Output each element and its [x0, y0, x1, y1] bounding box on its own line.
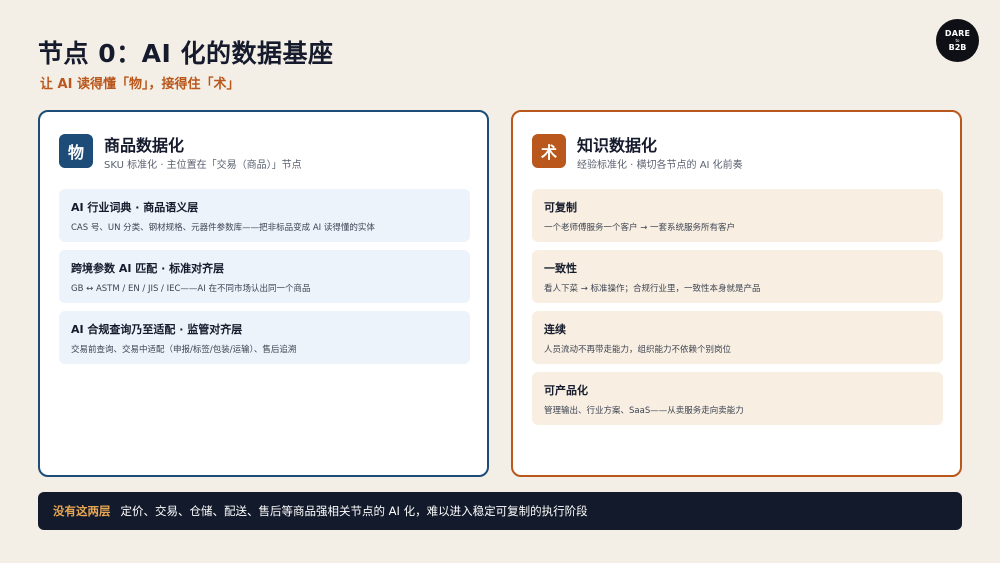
item-title: AI 行业词典 · 商品语义层 [71, 201, 199, 214]
card-subtitle: 经验标准化 · 横切各节点的 AI 化前奏 [577, 160, 743, 171]
product-data-card: 物 商品数据化 SKU 标准化 · 主位置在「交易（商品）」节点 AI 行业词典… [38, 110, 489, 477]
list-item: AI 合规查询乃至适配 · 监管对齐层 交易前查询、交易中适配（申报/标签/包装… [59, 311, 470, 364]
knowledge-data-card: 术 知识数据化 经验标准化 · 横切各节点的 AI 化前奏 可复制 一个老师傅服… [511, 110, 962, 477]
item-title: 跨境参数 AI 匹配 · 标准对齐层 [71, 262, 225, 275]
item-title: 一致性 [544, 262, 577, 275]
page-subtitle: 让 AI 读得懂「物」，接得住「术」 [40, 77, 240, 92]
item-desc: 一个老师傅服务一个客户 → 一套系统服务所有客户 [544, 223, 736, 233]
logo-line-3: B2B [948, 42, 967, 52]
list-item: AI 行业词典 · 商品语义层 CAS 号、UN 分类、钢材规格、元器件参数库—… [59, 189, 470, 242]
card-subtitle: SKU 标准化 · 主位置在「交易（商品）」节点 [104, 160, 302, 171]
wu-badge-icon: 物 [59, 134, 93, 168]
item-desc: 交易前查询、交易中适配（申报/标签/包装/运输）、售后追溯 [71, 345, 297, 355]
list-item: 一致性 看人下菜 → 标准操作；合规行业里，一致性本身就是产品 [532, 250, 943, 303]
logo-line-2: to [955, 37, 960, 43]
item-desc: 人员流动不再带走能力，组织能力不依赖个别岗位 [544, 345, 732, 355]
item-list: AI 行业词典 · 商品语义层 CAS 号、UN 分类、钢材规格、元器件参数库—… [59, 189, 470, 372]
list-item: 连续 人员流动不再带走能力，组织能力不依赖个别岗位 [532, 311, 943, 364]
conclusion-text: 定价、交易、仓储、配送、售后等商品强相关节点的 AI 化，难以进入稳定可复制的执… [120, 504, 588, 518]
item-desc: GB ↔ ASTM / EN / JIS / IEC——AI 在不同市场认出同一… [71, 284, 311, 294]
shu-badge-icon: 术 [532, 134, 566, 168]
card-title: 知识数据化 [577, 136, 658, 155]
conclusion-bar: 没有这两层 定价、交易、仓储、配送、售后等商品强相关节点的 AI 化，难以进入稳… [38, 492, 962, 530]
list-item: 跨境参数 AI 匹配 · 标准对齐层 GB ↔ ASTM / EN / JIS … [59, 250, 470, 303]
item-title: AI 合规查询乃至适配 · 监管对齐层 [71, 323, 243, 336]
item-title: 可复制 [544, 201, 577, 214]
item-desc: 看人下菜 → 标准操作；合规行业里，一致性本身就是产品 [544, 284, 761, 294]
item-desc: 管理输出、行业方案、SaaS——从卖服务走向卖能力 [544, 406, 744, 416]
page-title: 节点 0：AI 化的数据基座 [38, 39, 334, 68]
item-desc: CAS 号、UN 分类、钢材规格、元器件参数库——把非标品变成 AI 读得懂的实… [71, 223, 375, 233]
logo-line-1: DARE [944, 28, 971, 38]
card-title: 商品数据化 [104, 136, 185, 155]
item-title: 可产品化 [544, 384, 588, 397]
item-title: 连续 [544, 323, 566, 336]
item-list: 可复制 一个老师傅服务一个客户 → 一套系统服务所有客户 一致性 看人下菜 → … [532, 189, 943, 433]
conclusion-label: 没有这两层 [53, 504, 111, 518]
list-item: 可复制 一个老师傅服务一个客户 → 一套系统服务所有客户 [532, 189, 943, 242]
dare-to-b2b-logo: DARE to B2B [936, 19, 979, 62]
list-item: 可产品化 管理输出、行业方案、SaaS——从卖服务走向卖能力 [532, 372, 943, 425]
